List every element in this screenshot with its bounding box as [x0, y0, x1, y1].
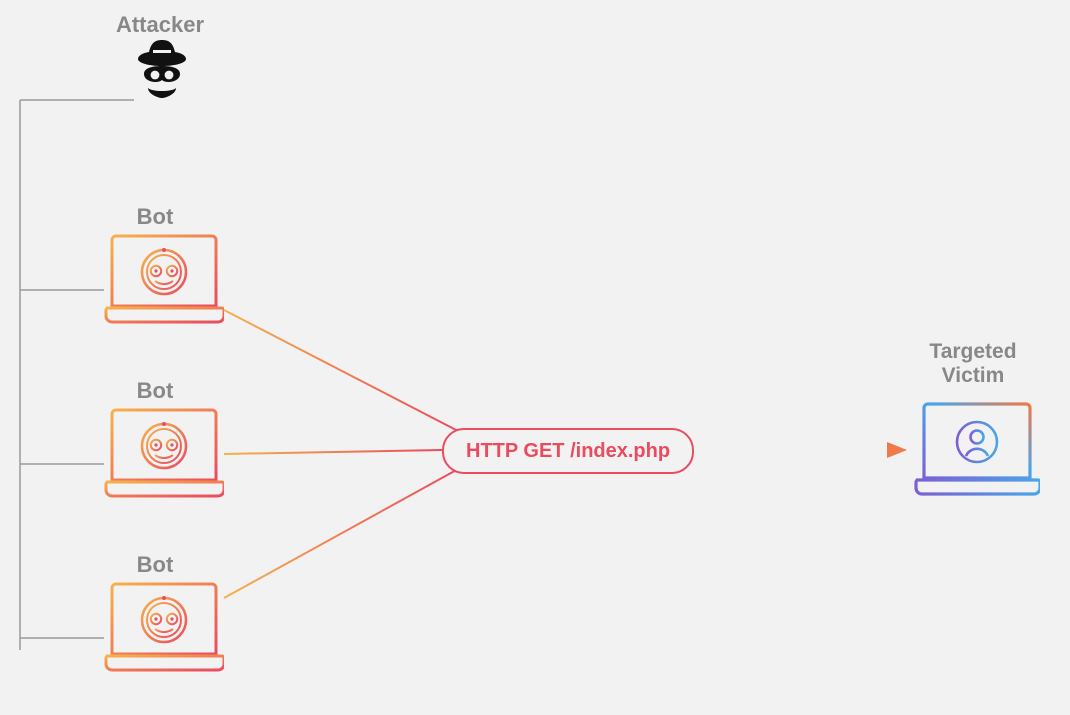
victim-label-line2: Victim — [942, 364, 1005, 387]
bot-label-1: Bot — [105, 204, 205, 230]
robot-face-icon — [142, 248, 186, 294]
bot-label-3: Bot — [105, 552, 205, 578]
robot-face-icon — [142, 422, 186, 468]
http-request-pill: HTTP GET /index.php — [442, 428, 694, 474]
victim-label: Targeted Victim — [908, 340, 1038, 388]
victim-laptop — [914, 400, 1040, 496]
attacker-label: Attacker — [100, 12, 220, 38]
bot-laptop-1 — [104, 232, 224, 324]
victim-label-line1: Targeted — [929, 340, 1016, 363]
http-request-text: HTTP GET /index.php — [466, 440, 670, 463]
attacker-icon — [134, 38, 190, 98]
robot-face-icon — [142, 596, 186, 642]
user-icon — [957, 422, 997, 462]
bot-laptop-2 — [104, 406, 224, 498]
bot-label-2: Bot — [105, 378, 205, 404]
bot-laptop-3 — [104, 580, 224, 672]
